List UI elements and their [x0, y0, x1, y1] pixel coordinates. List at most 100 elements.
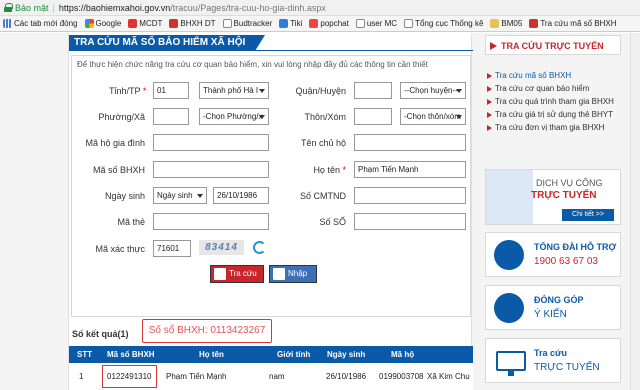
- bhxh-code-input[interactable]: [153, 161, 269, 178]
- province-code-input[interactable]: 01: [153, 82, 189, 99]
- results-table-header: STT Mã số BHXH Họ tên Giới tính Ngày sin…: [69, 346, 473, 363]
- bookmark-user-mc[interactable]: user MC: [355, 19, 397, 28]
- province-label: Tỉnh/TP *: [109, 86, 147, 96]
- cell-address: Xã Kim Chu: [427, 372, 470, 381]
- search-icon: [214, 268, 226, 280]
- sidebar: TRA CỨU TRỰC TUYẾN Tra cứu mã số BHXH Tr…: [482, 33, 624, 390]
- ward-select[interactable]: -Chọn Phường/x: [199, 108, 269, 125]
- ward-code-input[interactable]: [153, 108, 189, 125]
- cell-dob: 26/10/1986: [326, 372, 367, 381]
- details-button[interactable]: Chi tiết >>: [562, 209, 614, 221]
- hotline-banner[interactable]: TỔNG ĐÀI HỖ TRỢ 1900 63 67 03: [485, 232, 621, 277]
- bookmark-google[interactable]: Google: [84, 19, 121, 28]
- hotline-title: TỔNG ĐÀI HỖ TRỢ: [534, 242, 617, 252]
- sidebar-item-card-validity[interactable]: Tra cứu giá trị sử dụng thẻ BHYT: [485, 108, 621, 121]
- captcha-input[interactable]: 71601: [153, 240, 191, 257]
- flag-icon: [128, 19, 138, 28]
- refresh-icon[interactable]: [253, 241, 266, 254]
- url-host[interactable]: https://baohiemxahoi.gov.vn: [59, 3, 170, 13]
- bookmark-tiki[interactable]: Tiki: [279, 19, 302, 28]
- scrollbar[interactable]: [630, 33, 640, 390]
- reset-icon: [273, 268, 285, 280]
- banner-line-2: TRỰC TUYẾN: [531, 190, 597, 201]
- bookmark-icon: [529, 19, 539, 28]
- page-icon: [404, 19, 414, 28]
- bookmark-bm05[interactable]: BM05: [490, 19, 522, 28]
- card-code-input[interactable]: [153, 213, 269, 230]
- sidebar-title: TRA CỨU TRỰC TUYẾN: [489, 38, 604, 54]
- fullname-label: Họ tên *: [313, 165, 346, 175]
- lock-icon: [4, 3, 13, 12]
- bookmark-recent-tabs[interactable]: Các tab mới đóng: [3, 19, 78, 28]
- sidebar-item-insurance-office[interactable]: Tra cứu cơ quan bảo hiểm: [485, 82, 621, 95]
- page-icon: [222, 19, 232, 28]
- dob-input[interactable]: 26/10/1986: [213, 187, 269, 204]
- sidebar-menu: Tra cứu mã số BHXH Tra cứu cơ quan bảo h…: [485, 69, 621, 134]
- col-dob: Ngày sinh: [327, 350, 366, 359]
- separator: |: [52, 2, 55, 13]
- lookup-title: Tra cứu: [534, 348, 568, 358]
- hamlet-select[interactable]: -Chọn thôn/xóm: [400, 108, 466, 125]
- tiki-icon: [279, 19, 289, 28]
- reset-button[interactable]: Nhập lại: [269, 265, 317, 294]
- lookup-subtitle: TRỰC TUYẾN: [534, 362, 600, 373]
- id-card-input[interactable]: [354, 187, 466, 204]
- id-card-label: Số CMTND: [299, 191, 346, 201]
- cell-fullname: Phạm Tiến Mạnh: [166, 372, 227, 381]
- bookmark-bhxh-dt[interactable]: BHXH DT: [169, 19, 216, 28]
- heart-icon: [309, 19, 319, 28]
- household-code-input[interactable]: [153, 134, 269, 151]
- col-fullname: Họ tên: [199, 350, 224, 359]
- apps-icon: [3, 19, 12, 28]
- cell-gender: nam: [269, 372, 285, 381]
- card-code-label: Mã thẻ: [117, 217, 145, 227]
- megaphone-icon: [494, 293, 524, 323]
- bookmark-budtracker[interactable]: Budtracker: [222, 19, 272, 28]
- main-content: TRA CỨU MÃ SỐ BẢO HIỂM XÃ HỘI Để thực hi…: [68, 33, 473, 390]
- col-gender: Giới tính: [277, 350, 311, 359]
- dob-type-select[interactable]: Ngày sinh: [153, 187, 207, 204]
- bhxh-code-label: Mã số BHXH: [92, 165, 145, 175]
- bookmark-tra-cuu[interactable]: Tra cứu mã số BHXH: [529, 19, 617, 28]
- household-code-label: Mã hộ gia đình: [85, 138, 145, 148]
- phone-label: Số SỐ: [319, 217, 346, 227]
- page-icon: [355, 19, 365, 28]
- annotation-callout: Số sổ BHXH: 0113423267: [142, 319, 272, 343]
- sidebar-item-bhxh-code[interactable]: Tra cứu mã số BHXH: [485, 69, 621, 82]
- hamlet-code-input[interactable]: [354, 108, 392, 125]
- page-title: TRA CỨU MÃ SỐ BẢO HIỂM XÃ HỘI: [69, 35, 265, 51]
- bookmark-mcdt[interactable]: MCDT: [128, 19, 162, 28]
- phone-input[interactable]: [354, 213, 466, 230]
- province-select[interactable]: Thành phố Hà I: [199, 82, 269, 99]
- headset-icon: [494, 240, 524, 270]
- cell-stt: 1: [79, 372, 84, 381]
- dob-label: Ngày sinh: [104, 191, 145, 201]
- bookmark-popchat[interactable]: popchat: [309, 19, 349, 28]
- fullname-input[interactable]: Phạm Tiến Mạnh: [354, 161, 466, 178]
- district-label: Quận/Huyện: [295, 86, 346, 96]
- url-path[interactable]: /tracuu/Pages/tra-cuu-ho-gia-dinh.aspx: [170, 3, 326, 13]
- bookmark-tong-cuc[interactable]: Tổng cục Thống kê: [404, 19, 483, 28]
- folder-icon: [490, 19, 500, 28]
- sidebar-item-participation[interactable]: Tra cứu quá trình tham gia BHXH: [485, 95, 621, 108]
- google-icon: [84, 19, 94, 28]
- captcha-image: 83414: [199, 240, 244, 255]
- hamlet-label: Thôn/Xóm: [304, 112, 346, 122]
- bookmarks-bar: Các tab mới đóng Google MCDT BHXH DT Bud…: [0, 16, 640, 32]
- sidebar-item-units[interactable]: Tra cứu đơn vị tham gia BHXH: [485, 121, 621, 134]
- search-button[interactable]: Tra cứu: [210, 265, 264, 283]
- online-service-banner[interactable]: DỊCH VỤ CÔNG TRỰC TUYẾN Chi tiết >>: [485, 169, 621, 225]
- feedback-banner[interactable]: ĐÓNG GÓP Ý KIẾN: [485, 285, 621, 330]
- hotline-number: 1900 63 67 03: [534, 256, 598, 267]
- banner-line-1: DỊCH VỤ CÔNG: [536, 178, 603, 188]
- district-code-input[interactable]: [354, 82, 392, 99]
- captcha-label: Mã xác thực: [95, 244, 145, 254]
- household-head-input[interactable]: [354, 134, 466, 151]
- col-bhxh-code: Mã số BHXH: [107, 350, 155, 359]
- title-underline: [69, 50, 473, 51]
- online-lookup-banner[interactable]: Tra cứu TRỰC TUYẾN: [485, 338, 621, 383]
- address-bar[interactable]: Bảo mật | https://baohiemxahoi.gov.vn /t…: [0, 0, 640, 16]
- feedback-title: ĐÓNG GÓP: [534, 295, 584, 305]
- district-select[interactable]: --Chọn huyện--: [400, 82, 466, 99]
- bookmark-icon: [169, 19, 179, 28]
